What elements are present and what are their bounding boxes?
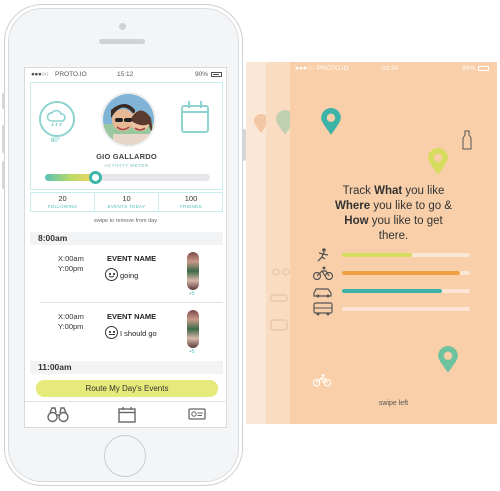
headline-line-4: there. <box>378 230 409 242</box>
activity-meter-fill <box>45 174 95 181</box>
event-end-time: Y:00pm <box>58 322 84 331</box>
card-icon[interactable] <box>188 407 208 423</box>
onboarding-card-front[interactable]: ●●●○○ PROTO.IO 02:34 90% Track What you … <box>290 62 497 424</box>
time-header: 8:00am <box>30 232 223 245</box>
preference-bar-bus[interactable] <box>312 302 472 316</box>
smiley-icon <box>105 268 118 281</box>
profile-avatar[interactable] <box>101 92 156 147</box>
activity-meter-label: ACTIVITY METER <box>104 163 149 168</box>
bus-icon <box>313 302 333 316</box>
cloud-rain-icon <box>46 110 66 127</box>
stat-friends-label: FRIENDS <box>180 204 202 209</box>
calendar-tab-icon[interactable] <box>118 407 138 423</box>
bus-icon <box>270 319 288 331</box>
event-item[interactable]: X:00am Y:00pm EVENT NAME going +5 <box>30 248 223 310</box>
preference-track <box>342 253 470 257</box>
attendee-more-count: +5 <box>189 349 195 355</box>
preference-bar-bike[interactable] <box>312 266 472 280</box>
event-item[interactable]: X:00am Y:00pm EVENT NAME I should go +5 <box>30 306 223 368</box>
stat-events-today[interactable]: 10 EVENTS TODAY <box>95 193 159 211</box>
status-bar: ●●●○○ PROTO.IO 02:34 90% <box>290 62 497 74</box>
stats-bar: 20 FOLLOWING 10 EVENTS TODAY 100 FRIENDS <box>30 192 223 212</box>
event-status: going <box>120 271 139 280</box>
profile-card: 80° GIO GALLARDO ACTIVITY METER <box>30 82 223 190</box>
stat-following[interactable]: 20 FOLLOWING <box>31 193 95 211</box>
swipe-left-hint: swipe left <box>378 400 409 407</box>
cyclist-icon <box>312 266 334 280</box>
stat-events-count: 10 <box>122 194 131 203</box>
bottle-icon <box>462 130 472 150</box>
preference-bar-car[interactable] <box>312 284 472 298</box>
event-start-time: X:00am <box>58 254 84 263</box>
carrier-label: PROTO.IO <box>317 65 349 72</box>
battery-icon <box>478 66 489 71</box>
battery-icon <box>211 72 222 77</box>
preference-track <box>342 307 470 311</box>
map-pin-icon <box>428 148 448 175</box>
volume-down-button <box>2 161 5 189</box>
smile-mouth <box>108 275 115 278</box>
stat-events-label: EVENTS TODAY <box>107 204 146 209</box>
preference-fill <box>342 253 413 257</box>
preference-track <box>342 271 470 275</box>
battery-percent: 90% <box>194 71 208 78</box>
home-button[interactable] <box>104 435 146 477</box>
status-bar: ●●●○○ PROTO.IO 15:12 90% <box>25 68 226 80</box>
user-name: GIO GALLARDO <box>96 152 157 161</box>
attendee-avatars[interactable] <box>187 252 199 290</box>
attendee-avatars[interactable] <box>187 310 199 348</box>
mute-switch <box>2 93 5 109</box>
cyclist-icon <box>272 268 290 276</box>
stat-friends[interactable]: 100 FRIENDS <box>159 193 223 211</box>
car-icon <box>313 288 332 298</box>
phone-frame: ●●●○○ PROTO.IO 15:12 90% 80° GIO GALLARD… <box>2 4 246 486</box>
cyclist-icon <box>312 374 332 387</box>
stat-following-count: 20 <box>58 194 67 203</box>
binoculars-icon[interactable] <box>47 407 69 423</box>
volume-up-button <box>2 125 5 153</box>
attendee-more-count: +5 <box>189 291 195 297</box>
weather-temperature: 80° <box>51 138 61 144</box>
headline-line-3: How you like to get <box>344 215 443 227</box>
signal-dots: ●●●○○ <box>31 71 49 78</box>
status-time: 02:34 <box>382 65 399 72</box>
event-end-time: Y:00pm <box>58 264 84 273</box>
event-title: EVENT NAME <box>107 254 157 263</box>
onboarding-headline: Track What you like Where you like to go… <box>290 184 497 244</box>
event-start-time: X:00am <box>58 312 84 321</box>
calendar-icon[interactable] <box>181 101 209 133</box>
battery-percent: 90% <box>461 65 475 72</box>
neutral-face-icon <box>105 326 118 339</box>
front-camera <box>119 23 126 30</box>
headline-line-2: Where you like to go & <box>335 200 452 212</box>
preference-fill <box>342 271 460 275</box>
divider <box>40 302 223 303</box>
event-title: EVENT NAME <box>107 312 157 321</box>
stat-friends-count: 100 <box>184 194 198 203</box>
profile-photo <box>103 94 154 145</box>
status-time: 15:12 <box>117 71 134 78</box>
stat-following-label: FOLLOWING <box>47 204 78 209</box>
carrier-label: PROTO.IO <box>55 71 87 78</box>
swipe-hint: swipe to remove from day <box>94 218 157 224</box>
event-status: I should go <box>120 329 157 338</box>
map-pin-icon <box>438 346 458 373</box>
time-header: 11:00am <box>30 361 223 374</box>
tab-bar <box>25 401 226 427</box>
activity-meter-knob <box>88 171 102 184</box>
runner-icon <box>317 248 329 262</box>
weather-badge[interactable] <box>39 101 75 137</box>
preference-fill <box>342 289 442 293</box>
earpiece-speaker <box>99 39 145 44</box>
preference-bar-walk[interactable] <box>312 248 472 262</box>
car-icon <box>270 294 288 302</box>
preference-track <box>342 289 470 293</box>
map-pin-icon <box>321 108 341 135</box>
signal-dots: ●●●○○ <box>295 65 315 72</box>
phone-screen: ●●●○○ PROTO.IO 15:12 90% 80° GIO GALLARD… <box>24 67 227 428</box>
route-events-button[interactable]: Route My Day's Events <box>36 380 218 397</box>
activity-meter <box>45 171 210 184</box>
headline-line-1: Track What you like <box>342 185 445 197</box>
